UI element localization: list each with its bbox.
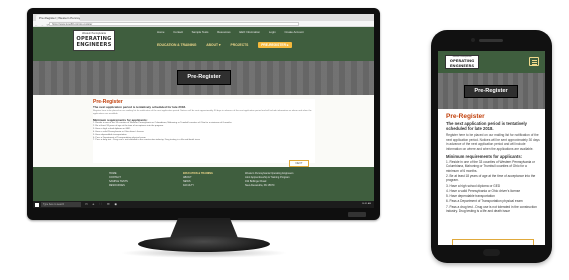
pre-register-button[interactable]: PRE-REGISTER ▸: [258, 42, 292, 48]
footer-education-title[interactable]: EDUCATION & TRAINING: [183, 172, 213, 175]
monitor-screen: Pre-Register | Western Pennsylvania Oper…: [33, 14, 374, 208]
mobile-logo[interactable]: Western Pennsylvania OPERATING ENGINEERS: [445, 55, 479, 69]
mobile-hero: Pre-Register: [438, 73, 545, 109]
intro-text: Register here to be placed on our mailin…: [93, 110, 312, 115]
mobile-subheading: The next application period is tentative…: [446, 121, 527, 132]
mobile-requirements-heading: Minimum requirements for applicants:: [446, 154, 523, 160]
footer-link-resources[interactable]: RESOURCES: [109, 184, 128, 188]
logo-line-2: OPERATING: [76, 35, 112, 42]
mobile-requirement-item: 5. Have dependable transportation: [446, 194, 495, 199]
site-footer: HOME CONTACT SAMPLE TESTS RESOURCES EDUC…: [33, 167, 374, 201]
nav-about[interactable]: ABOUT ▾: [206, 43, 220, 47]
site-header: Western Pennsylvania OPERATING ENGINEERS…: [33, 27, 374, 61]
phone-home-button[interactable]: [483, 249, 500, 256]
site-logo[interactable]: Western Pennsylvania OPERATING ENGINEERS: [73, 30, 115, 51]
mobile-form-frame: [452, 239, 534, 245]
top-link-login[interactable]: Login: [269, 30, 276, 34]
top-links: Home Contact Sample Tests Resources EEO …: [157, 30, 312, 34]
address-line: New Alexandria, PA 15670: [245, 184, 275, 187]
mobile-header: Western Pennsylvania OPERATING ENGINEERS: [438, 51, 545, 73]
windows-start-icon[interactable]: [35, 202, 39, 207]
mobile-heading: Pre-Register: [446, 113, 485, 120]
monitor-neck: [170, 218, 238, 238]
browser-nav-icons[interactable]: ← → ⟳: [35, 23, 50, 27]
phone-screen: Western Pennsylvania OPERATING ENGINEERS…: [438, 51, 545, 245]
next-button[interactable]: NEXT: [289, 160, 309, 167]
mobile-logo-line-3: ENGINEERS: [449, 62, 475, 68]
main-nav: EDUCATION & TRAINING ABOUT ▾ PROJECTS PR…: [157, 42, 301, 48]
phone-camera-icon: [471, 38, 475, 42]
hero-banner: Pre-Register: [33, 61, 374, 95]
mobile-requirement-item: 6. Pass a Department of Transportation p…: [446, 199, 523, 204]
taskbar-clock: 10:31 AM: [361, 202, 371, 205]
monitor-brand-icon: [348, 212, 366, 217]
top-link-create-account[interactable]: Create Account: [284, 30, 303, 34]
mobile-requirement-item: 1. Reside in one of the 33 counties of W…: [446, 160, 535, 173]
footer-address: Western Pennsylvania Operating Engineers…: [245, 172, 293, 188]
footer-links: HOME CONTACT SAMPLE TESTS RESOURCES: [109, 172, 128, 188]
top-link-contact[interactable]: Contact: [173, 30, 183, 34]
hero-title: Pre-Register: [177, 70, 231, 85]
taskbar-app-icons[interactable]: ▭ e 🗀 ✉ ◉: [85, 202, 119, 207]
top-link-eeo[interactable]: EEO Information: [239, 30, 260, 34]
requirement-item: 7. Pass a drug test - Drug use is not to…: [93, 139, 200, 142]
content-area: Pre-Register The next application period…: [33, 95, 374, 167]
mobile-requirement-item: 2. Be at least 18 years of age at the ti…: [446, 173, 536, 183]
footer-link-faculty[interactable]: FACULTY: [183, 184, 213, 188]
mobile-content: Pre-Register The next application period…: [446, 113, 540, 213]
pre-register-card: Pre-Register The next application period…: [93, 99, 315, 167]
phone-speaker: [479, 39, 503, 42]
windows-taskbar: Type here to search ▭ e 🗀 ✉ ◉ 10:31 AM: [33, 201, 374, 208]
page-subheading: The next application period is tentative…: [93, 105, 186, 109]
mobile-hero-title: Pre-Register: [464, 85, 518, 98]
monitor-base: [138, 236, 270, 252]
url-field[interactable]: https://www.iuoe66.org/pre-register: [49, 22, 299, 26]
top-link-sample-tests[interactable]: Sample Tests: [192, 30, 209, 34]
browser-tab-bar: Pre-Register | Western Pennsylvania Oper…: [33, 14, 374, 21]
mobile-requirement-item: 7. Pass a drug test - Drug use is not to…: [446, 204, 537, 213]
hamburger-menu-icon[interactable]: [529, 57, 539, 66]
desktop-monitor: Pre-Register | Western Pennsylvania Oper…: [27, 8, 380, 220]
top-link-home[interactable]: Home: [157, 30, 164, 34]
taskbar-search[interactable]: Type here to search: [41, 202, 81, 207]
logo-line-3: ENGINEERS: [76, 41, 112, 48]
mobile-requirement-item: 3. Have a high school diploma or GED: [446, 183, 501, 188]
device-mockup-scene: Pre-Register | Western Pennsylvania Oper…: [0, 0, 569, 280]
top-link-resources[interactable]: Resources: [217, 30, 230, 34]
footer-education: EDUCATION & TRAINING ABOUT NEWS FACULTY: [183, 172, 213, 188]
mobile-intro: Register here to be placed on our mailin…: [446, 133, 540, 151]
nav-education-training[interactable]: EDUCATION & TRAINING: [157, 43, 197, 47]
nav-projects[interactable]: PROJECTS: [231, 43, 249, 47]
mobile-requirement-item: 4. Have a valid Pennsylvania or Ohio dri…: [446, 188, 521, 193]
smartphone: Western Pennsylvania OPERATING ENGINEERS…: [431, 30, 552, 263]
